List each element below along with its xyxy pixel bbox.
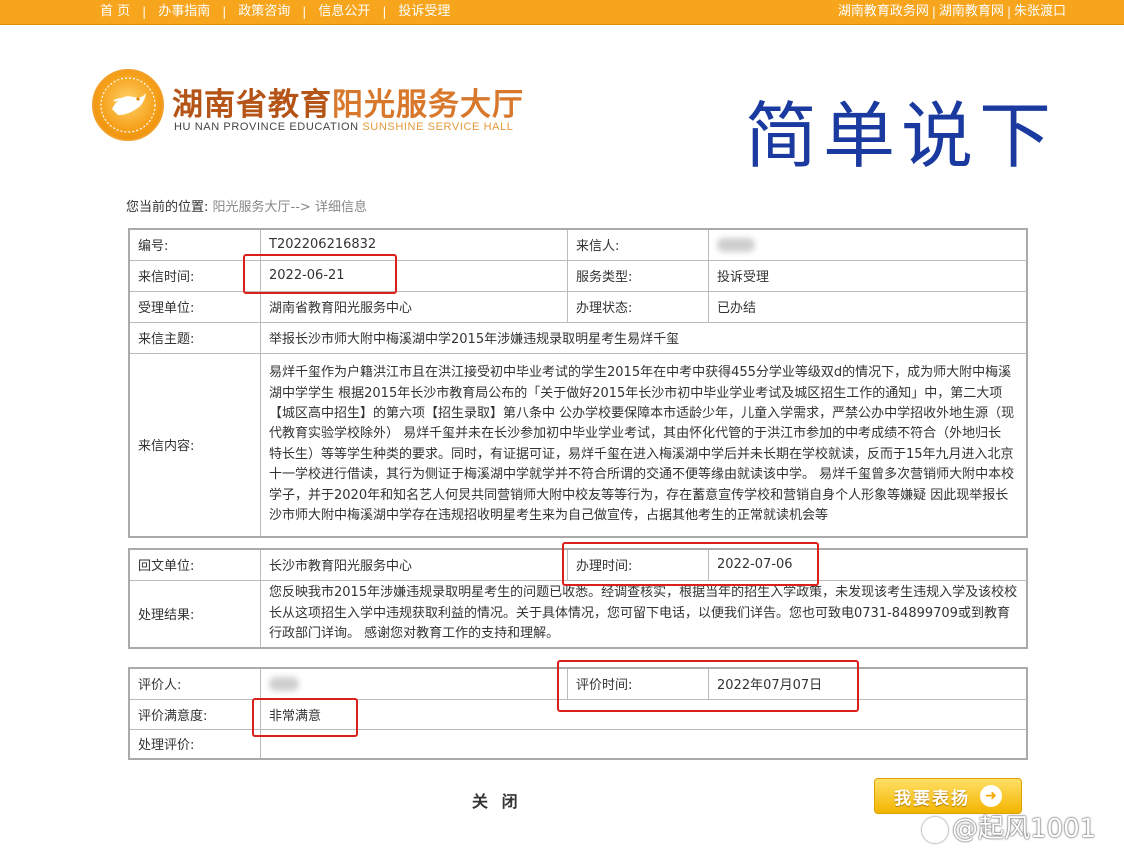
nav-complaint-link[interactable]: 投诉受理 xyxy=(398,0,450,24)
praise-button-label: 我要表扬 xyxy=(894,788,970,809)
brand-title-en: HU NAN PROVINCE EDUCATION SUNSHINE SERVI… xyxy=(174,121,514,133)
sender-label: 来信人: xyxy=(567,228,709,261)
table-row: 受理单位: 湖南省教育阳光服务中心 办理状态: 已办结 xyxy=(128,290,1028,323)
id-label: 编号: xyxy=(128,228,261,261)
table-row: 来信主题: 举报长沙市师大附中梅溪湖中学2015年涉嫌违规录取明星考生易烊千玺 xyxy=(128,321,1028,354)
arrow-right-icon: ➜ xyxy=(980,785,1002,807)
satisfaction-label: 评价满意度: xyxy=(128,698,261,730)
brand-en-part2: SUNSHINE SERVICE HALL xyxy=(362,121,514,133)
nav-separator: | xyxy=(1006,5,1011,19)
nav-info-link[interactable]: 信息公开 xyxy=(318,0,370,24)
brand-title-part1: 湖南省教育 xyxy=(172,87,332,123)
evaluator-label: 评价人: xyxy=(128,667,261,700)
subject-label: 来信主题: xyxy=(128,321,261,354)
status-value: 已办结 xyxy=(708,290,1028,323)
watermark-logo-icon xyxy=(922,816,948,843)
nav-zhuzhang-link[interactable]: 朱张渡口 xyxy=(1014,0,1066,24)
site-header: 湖南省教育阳光服务大厅 HU NAN PROVINCE EDUCATION SU… xyxy=(0,25,1124,178)
nav-home-link[interactable]: 首 页 xyxy=(100,0,130,24)
comment-value xyxy=(260,728,1028,760)
breadcrumb: 您当前的位置: 阳光服务大厅--> 详细信息 xyxy=(126,196,367,215)
nav-edu-portal-link[interactable]: 湖南教育网 xyxy=(939,0,1004,24)
content-label: 来信内容: xyxy=(128,352,261,538)
comment-label: 处理评价: xyxy=(128,728,261,760)
top-nav-right: 湖南教育政务网 | 湖南教育网 | 朱张渡口 xyxy=(838,0,1066,24)
brand-title-cn: 湖南省教育阳光服务大厅 xyxy=(172,79,524,124)
nav-policy-link[interactable]: 政策咨询 xyxy=(238,0,290,24)
sunshine-bird-logo-icon xyxy=(92,69,164,141)
date-label: 来信时间: xyxy=(128,259,261,292)
unit-value: 湖南省教育阳光服务中心 xyxy=(260,290,568,323)
annotation-box-letter-date xyxy=(243,254,397,294)
nav-separator: | xyxy=(931,5,936,19)
nav-guide-link[interactable]: 办事指南 xyxy=(158,0,210,24)
result-value: 您反映我市2015年涉嫌违规录取明星考生的问题已收悉。经调查核实，根据当年的招生… xyxy=(260,579,1028,649)
sender-value xyxy=(708,228,1028,261)
overlay-title: 简单说下 xyxy=(745,94,1058,178)
type-value: 投诉受理 xyxy=(708,259,1028,292)
result-label: 处理结果: xyxy=(128,579,261,649)
breadcrumb-label: 您当前的位置: xyxy=(126,200,209,215)
watermark: @起风1001 xyxy=(922,808,1096,845)
evaluator-blurred xyxy=(269,676,299,691)
subject-value: 举报长沙市师大附中梅溪湖中学2015年涉嫌违规录取明星考生易烊千玺 xyxy=(260,321,1028,354)
nav-separator: | xyxy=(382,5,387,19)
table-row: 来信内容: 易烊千玺作为户籍洪江市且在洪江接受初中毕业考试的学生2015年在中考… xyxy=(128,352,1028,538)
annotation-box-reply-time xyxy=(562,542,819,586)
content-value: 易烊千玺作为户籍洪江市且在洪江接受初中毕业考试的学生2015年在中考中获得455… xyxy=(260,352,1028,538)
nav-separator: | xyxy=(142,5,147,19)
status-label: 办理状态: xyxy=(567,290,709,323)
watermark-text: @起风1001 xyxy=(952,814,1097,844)
unit-label: 受理单位: xyxy=(128,290,261,323)
sender-blurred xyxy=(717,237,755,252)
nav-separator: | xyxy=(222,5,227,19)
brand-title-part2: 阳光服务大厅 xyxy=(332,87,524,123)
brand-en-part1: HU NAN PROVINCE EDUCATION xyxy=(174,121,363,133)
table-row: 处理结果: 您反映我市2015年涉嫌违规录取明星考生的问题已收悉。经调查核实，根… xyxy=(128,579,1028,649)
annotation-box-satisfaction xyxy=(252,698,358,737)
reply-unit-value: 长沙市教育阳光服务中心 xyxy=(260,548,568,581)
breadcrumb-path-link[interactable]: 阳光服务大厅--> 详细信息 xyxy=(213,200,367,215)
reply-unit-label: 回文单位: xyxy=(128,548,261,581)
top-nav-bar: 首 页 | 办事指南 | 政策咨询 | 信息公开 | 投诉受理 湖南教育政务网 … xyxy=(0,0,1124,25)
nav-separator: | xyxy=(302,5,307,19)
annotation-box-eval-time xyxy=(557,660,859,712)
nav-gov-portal-link[interactable]: 湖南教育政务网 xyxy=(838,0,929,24)
evaluator-value xyxy=(260,667,568,700)
type-label: 服务类型: xyxy=(567,259,709,292)
close-button[interactable]: 关 闭 xyxy=(472,788,522,812)
top-nav-left: 首 页 | 办事指南 | 政策咨询 | 信息公开 | 投诉受理 xyxy=(100,0,450,24)
